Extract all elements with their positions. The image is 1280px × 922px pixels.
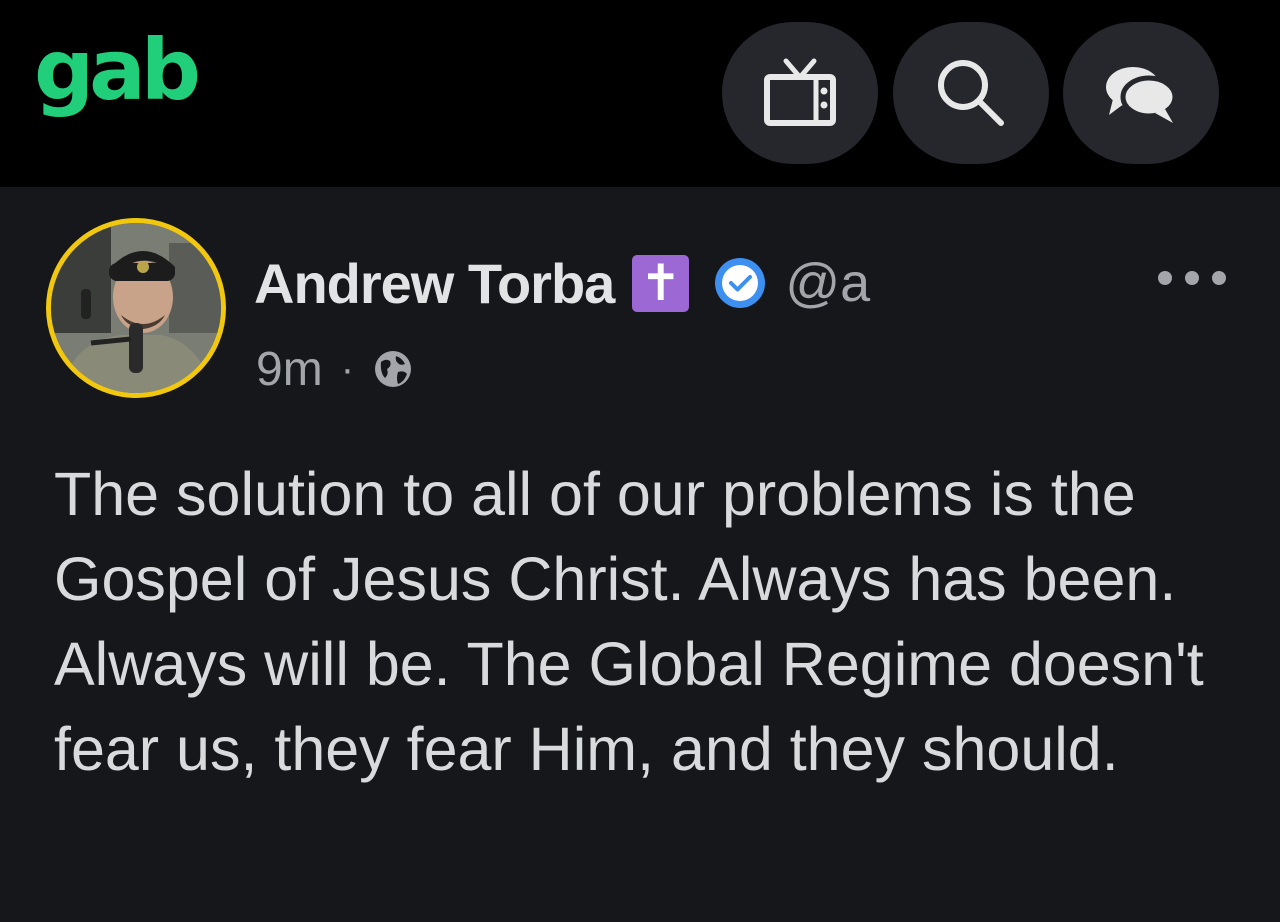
post-body: The solution to all of our problems is t…: [54, 460, 1204, 783]
verified-badge-icon: [715, 258, 766, 308]
more-horizontal-icon-dot: [1185, 271, 1199, 285]
more-horizontal-icon-dot: [1158, 271, 1172, 285]
post-meta: 9m ·: [256, 338, 414, 400]
author-line: Andrew Torba ✝ @a: [254, 248, 870, 318]
globe-icon: [375, 351, 412, 387]
more-horizontal-icon-dot: [1212, 271, 1226, 285]
tv-button[interactable]: [722, 22, 878, 164]
post-timestamp[interactable]: 9m: [256, 342, 323, 397]
search-button[interactable]: [893, 22, 1049, 164]
author-handle[interactable]: @a: [785, 252, 870, 314]
meta-separator: ·: [340, 346, 355, 391]
avatar-photo: [51, 223, 221, 393]
chat-button[interactable]: [1063, 22, 1219, 164]
avatar[interactable]: [46, 218, 226, 398]
top-navigation-bar: gab: [0, 0, 1280, 187]
gab-logo[interactable]: gab: [34, 28, 201, 112]
author-name[interactable]: Andrew Torba: [254, 251, 615, 316]
tv-icon: [764, 58, 836, 126]
post-options-button[interactable]: [1158, 258, 1226, 298]
cross-badge-icon: ✝: [632, 254, 690, 312]
chat-bubbles-icon: [1106, 67, 1178, 123]
search-icon: [938, 60, 1004, 126]
